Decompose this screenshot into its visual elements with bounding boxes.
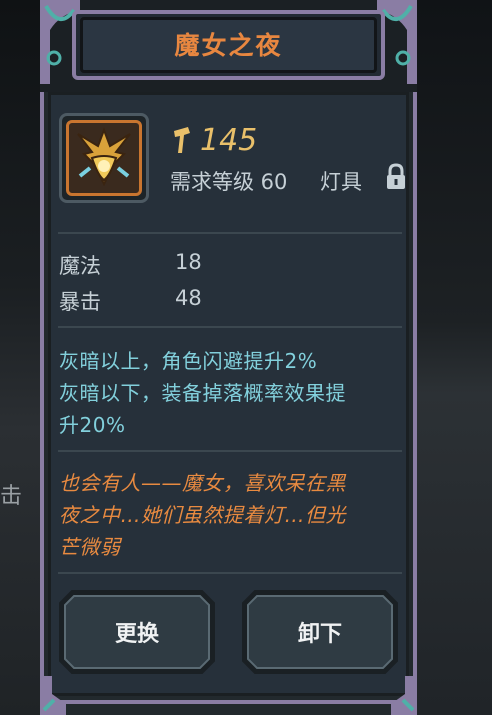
background-partial-text: 击 [0,484,23,509]
footer-ornament [40,676,417,715]
hammer-icon [174,127,190,153]
flavor-line: 芒微弱 [59,535,121,559]
effect-line: 灰暗以下，装备掉落概率效果提 [59,381,346,405]
item-type: 灯具 [320,170,362,194]
divider [58,450,402,452]
item-score: 145 [200,123,258,158]
replace-button-label: 更换 [114,622,159,647]
background-left [0,0,40,715]
flavor-line: 夜之中…她们虽然提着灯…但光 [59,503,346,527]
stat-value-magic: 18 [175,250,202,274]
divider [58,232,402,234]
stat-name-crit: 暴击 [59,290,101,314]
item-title: 魔女之夜 [174,31,283,60]
gold-flower-lantern-icon [77,127,131,187]
unequip-button-label: 卸下 [297,622,342,647]
flavor-line: 也会有人——魔女，喜欢呆在黑 [59,471,346,495]
required-level: 需求等级 60 [170,170,288,194]
effect-line: 升20% [59,413,126,437]
stat-name-magic: 魔法 [59,254,101,278]
lock-icon [387,163,405,189]
divider [58,572,402,574]
stat-value-crit: 48 [175,286,202,310]
background-right [417,0,492,715]
divider [58,326,402,328]
effect-line: 灰暗以上，角色闪避提升2% [59,349,318,373]
